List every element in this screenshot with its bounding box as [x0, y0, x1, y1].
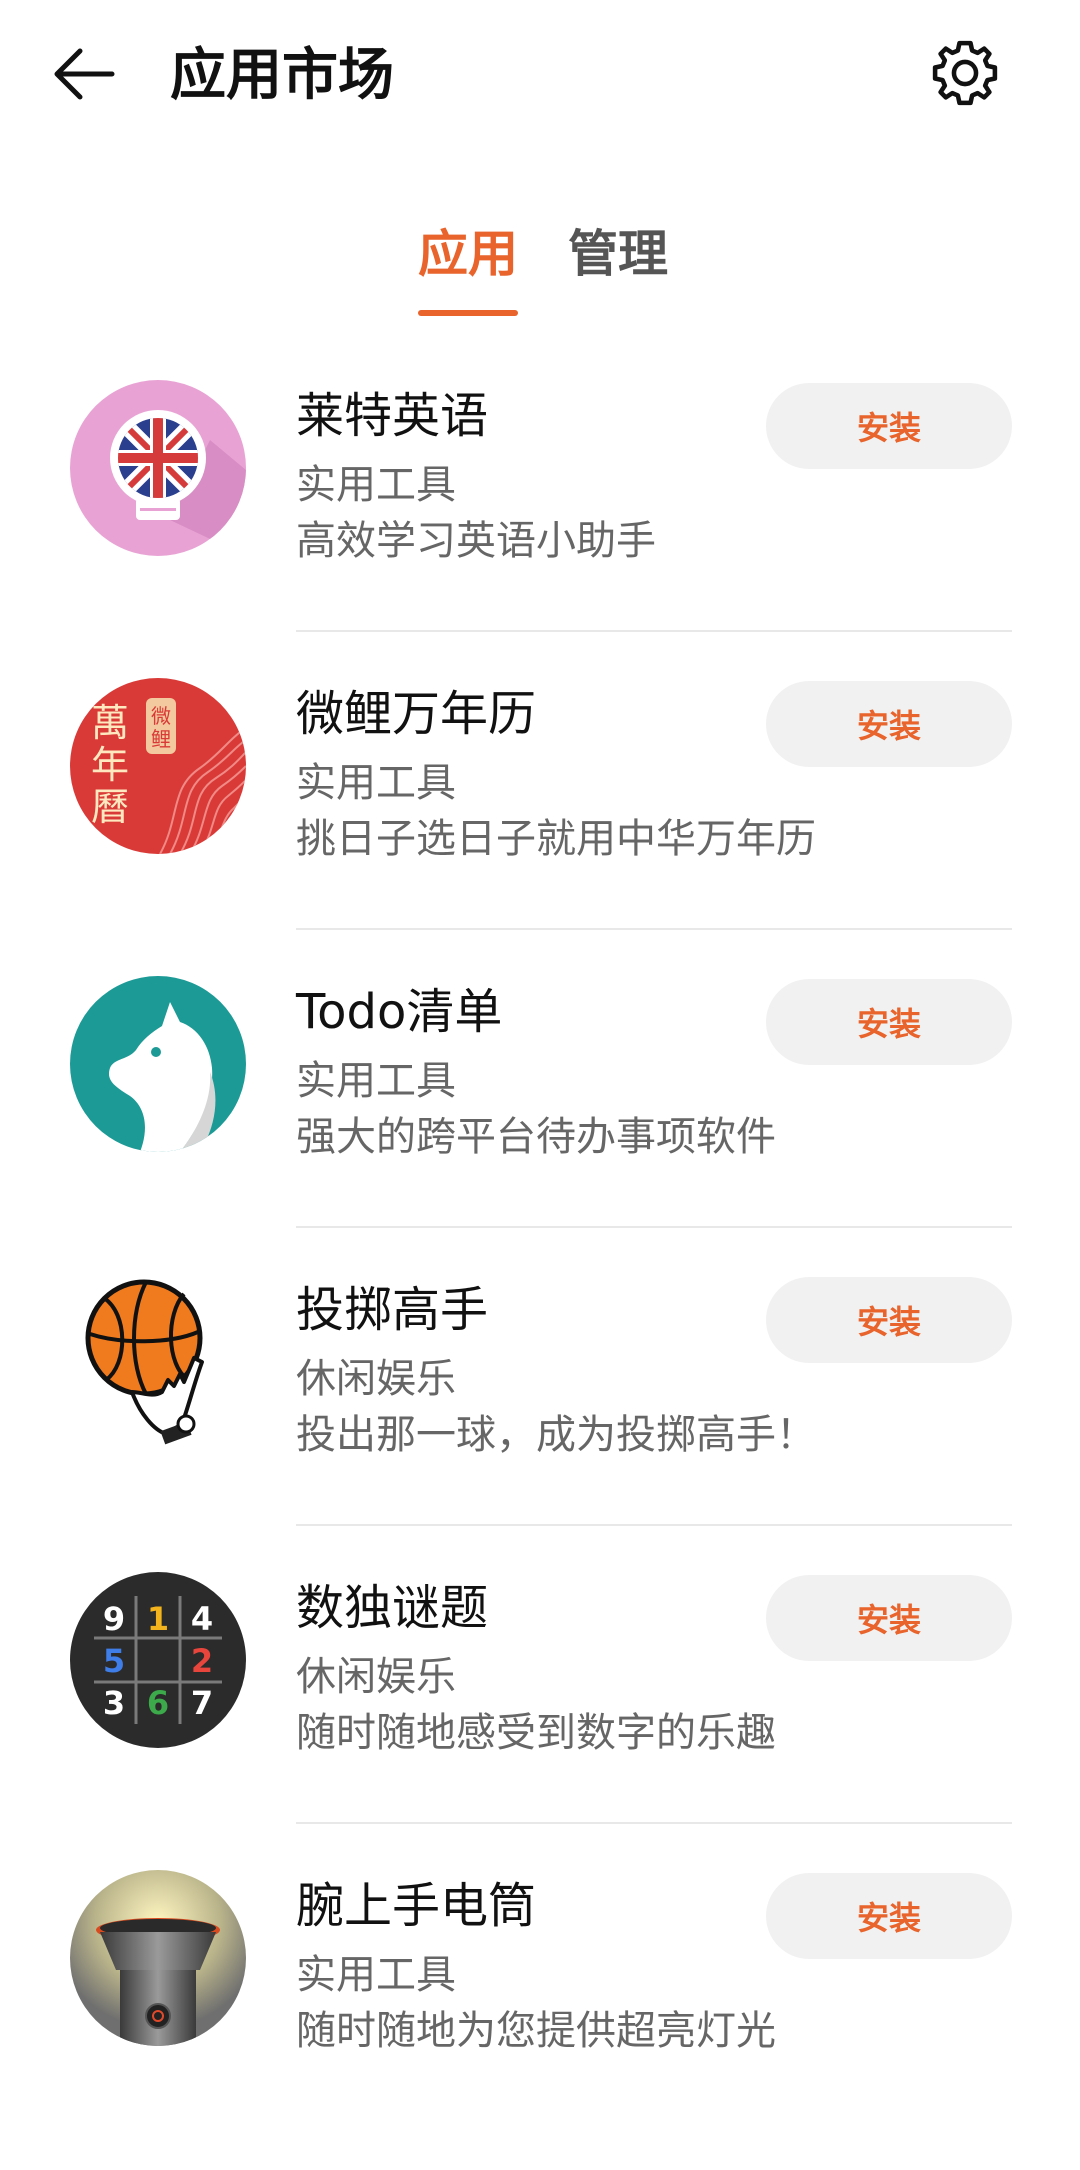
- app-category: 实用工具: [296, 760, 456, 806]
- tab-apps[interactable]: 应用: [418, 222, 518, 286]
- install-button[interactable]: 安装: [766, 681, 1012, 767]
- install-button[interactable]: 安装: [766, 1277, 1012, 1363]
- app-description: 随时随地感受到数字的乐趣: [296, 1710, 776, 1756]
- calendar-icon: 萬 年 曆 微 鲤: [70, 678, 246, 854]
- sudoku-digit: 9: [103, 1600, 125, 1638]
- app-description: 高效学习英语小助手: [296, 518, 656, 564]
- app-name: Todo清单: [296, 984, 503, 1040]
- install-button[interactable]: 安装: [766, 1575, 1012, 1661]
- sudoku-icon: 9 1 4 5 2 3 6 7: [70, 1572, 246, 1748]
- sudoku-digit: 6: [147, 1684, 169, 1722]
- divider: [296, 1226, 1012, 1228]
- page-title: 应用市场: [170, 43, 394, 108]
- app-item-flashlight[interactable]: 腕上手电筒 实用工具 随时随地为您提供超亮灯光 安装: [0, 1870, 1080, 2170]
- divider: [296, 928, 1012, 930]
- calendar-char-1: 萬: [91, 701, 129, 745]
- sudoku-digit: 3: [103, 1684, 125, 1722]
- app-name: 投掷高手: [296, 1282, 489, 1338]
- app-description: 投出那一球，成为投掷高手！: [296, 1412, 816, 1458]
- back-button[interactable]: [48, 38, 120, 110]
- app-item-todo[interactable]: Todo清单 实用工具 强大的跨平台待办事项软件 安装: [0, 976, 1080, 1276]
- app-name: 微鲤万年历: [296, 686, 537, 742]
- sudoku-digit: 2: [191, 1642, 213, 1680]
- app-item-throw-master[interactable]: 投掷高手 休闲娱乐 投出那一球，成为投掷高手！ 安装: [0, 1274, 1080, 1574]
- install-button[interactable]: 安装: [766, 383, 1012, 469]
- app-description: 挑日子选日子就用中华万年历: [296, 816, 816, 862]
- back-arrow-icon: [54, 48, 115, 100]
- calendar-char-3: 曆: [91, 785, 129, 829]
- calendar-char-2: 年: [91, 743, 129, 787]
- basketball-hand-icon: [70, 1274, 246, 1450]
- app-name: 莱特英语: [296, 388, 489, 444]
- app-item-laite-english[interactable]: 莱特英语 实用工具 高效学习英语小助手 安装: [0, 380, 1080, 680]
- sudoku-digit: 5: [103, 1642, 125, 1680]
- top-bar: 应用市场: [0, 0, 1080, 150]
- app-category: 实用工具: [296, 1058, 456, 1104]
- app-description: 随时随地为您提供超亮灯光: [296, 2008, 776, 2054]
- sudoku-digit: 4: [191, 1600, 213, 1638]
- app-name: 腕上手电筒: [296, 1878, 537, 1934]
- app-description: 强大的跨平台待办事项软件: [296, 1114, 776, 1160]
- app-category: 实用工具: [296, 1952, 456, 1998]
- flashlight-icon: [70, 1870, 246, 2046]
- tab-manage[interactable]: 管理: [568, 222, 668, 286]
- install-button[interactable]: 安装: [766, 1873, 1012, 1959]
- app-name: 数独谜题: [296, 1580, 489, 1636]
- seal-char-2: 鲤: [151, 727, 171, 751]
- app-category: 休闲娱乐: [296, 1356, 456, 1402]
- app-item-sudoku[interactable]: 9 1 4 5 2 3 6 7 数独谜题 休闲娱乐 随时随地感受到数字的乐趣 安…: [0, 1572, 1080, 1872]
- app-category: 实用工具: [296, 462, 456, 508]
- sudoku-digit: 7: [191, 1684, 213, 1722]
- divider: [296, 630, 1012, 632]
- divider: [296, 1524, 1012, 1526]
- app-category: 休闲娱乐: [296, 1654, 456, 1700]
- sudoku-digit: 1: [147, 1600, 169, 1638]
- tab-indicator: [418, 310, 518, 316]
- tab-bar: 应用 管理: [0, 210, 1080, 320]
- install-button[interactable]: 安装: [766, 979, 1012, 1065]
- divider: [296, 1822, 1012, 1824]
- horse-icon: [70, 976, 246, 1152]
- settings-button[interactable]: [926, 34, 1004, 112]
- seal-char-1: 微: [151, 704, 171, 728]
- uk-flag-bulb-icon: [70, 380, 246, 556]
- gear-icon: [932, 40, 998, 106]
- app-item-weili-calendar[interactable]: 萬 年 曆 微 鲤 微鲤万年历 实用工具 挑日子选日子就用中华万年历 安装: [0, 678, 1080, 978]
